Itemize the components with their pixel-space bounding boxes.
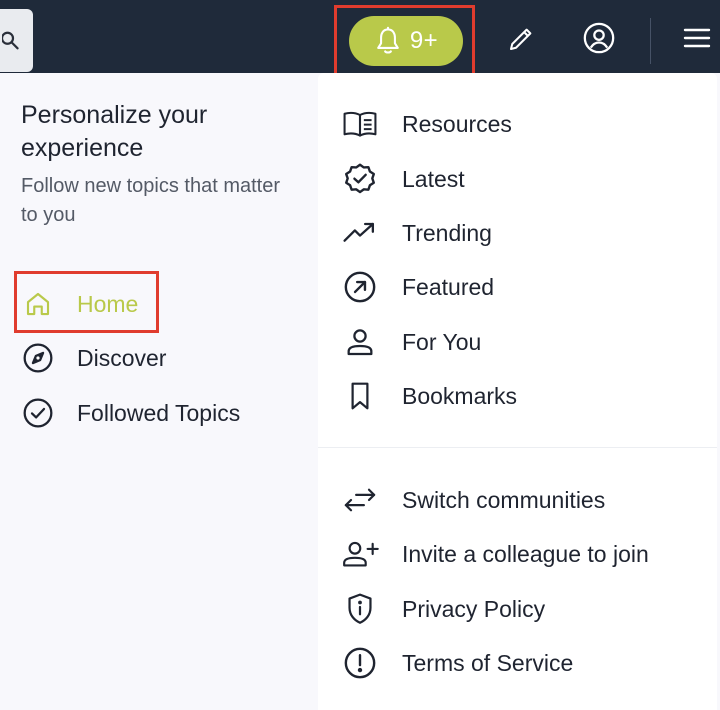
nav-item-home[interactable]: Home — [21, 284, 138, 324]
trending-up-icon — [340, 213, 380, 253]
menu-item-latest[interactable]: Latest — [340, 159, 465, 199]
menu-item-invite-colleague[interactable]: Invite a colleague to join — [340, 534, 649, 574]
check-circle-icon — [21, 396, 55, 430]
menu-item-label: Bookmarks — [402, 382, 518, 409]
arrow-up-right-circle-icon — [340, 267, 380, 307]
alert-circle-icon — [340, 643, 380, 683]
menu-item-resources[interactable]: Resources — [340, 104, 512, 144]
person-icon — [340, 322, 380, 362]
nav-item-followed-topics[interactable]: Followed Topics — [21, 393, 240, 433]
menu-item-label: Resources — [402, 110, 512, 137]
search-button[interactable] — [0, 9, 33, 72]
personalize-heading: Personalize your experience — [21, 101, 208, 162]
menu-item-label: Latest — [402, 165, 465, 192]
nav-item-label: Home — [77, 290, 139, 317]
menu-item-label: Featured — [402, 273, 495, 300]
search-icon — [1, 30, 24, 52]
profile-button[interactable] — [580, 19, 618, 57]
compass-icon — [21, 341, 55, 375]
pencil-icon — [506, 24, 536, 54]
home-icon — [21, 287, 55, 321]
user-plus-icon — [340, 534, 380, 574]
menu-item-label: Privacy Policy — [402, 595, 546, 622]
bookmark-icon — [340, 376, 380, 416]
main-menu-button[interactable] — [678, 20, 716, 56]
notification-count-badge: 9+ — [409, 27, 439, 54]
header-divider — [650, 18, 651, 64]
shield-info-icon — [340, 589, 380, 629]
menu-item-label: Switch communities — [402, 486, 606, 513]
menu-item-label: Trending — [402, 219, 492, 246]
arrows-left-right-icon — [340, 480, 380, 520]
notifications-button[interactable]: 9+ — [349, 16, 463, 66]
menu-item-privacy-policy[interactable]: Privacy Policy — [340, 589, 545, 629]
menu-item-label: Terms of Service — [402, 649, 574, 676]
user-circle-icon — [582, 21, 616, 55]
bell-icon — [374, 26, 402, 56]
menu-item-label: Invite a colleague to join — [402, 540, 649, 567]
menu-item-bookmarks[interactable]: Bookmarks — [340, 376, 517, 416]
book-icon — [340, 104, 380, 144]
menu-item-trending[interactable]: Trending — [340, 213, 492, 253]
badge-check-icon — [340, 159, 380, 199]
menu-item-terms-of-service[interactable]: Terms of Service — [340, 643, 573, 683]
nav-item-label: Discover — [77, 344, 167, 371]
menu-item-label: For You — [402, 328, 482, 355]
personalize-panel — [0, 73, 318, 710]
menu-item-featured[interactable]: Featured — [340, 267, 494, 307]
nav-item-discover[interactable]: Discover — [21, 338, 166, 378]
hamburger-menu-icon — [682, 26, 712, 50]
menu-item-switch-communities[interactable]: Switch communities — [340, 480, 605, 520]
personalize-subtext: Follow new topics that matter to you — [21, 175, 280, 226]
nav-item-label: Followed Topics — [77, 399, 241, 426]
compose-button[interactable] — [502, 20, 540, 58]
menu-section-divider — [318, 447, 717, 448]
menu-item-for-you[interactable]: For You — [340, 322, 481, 362]
